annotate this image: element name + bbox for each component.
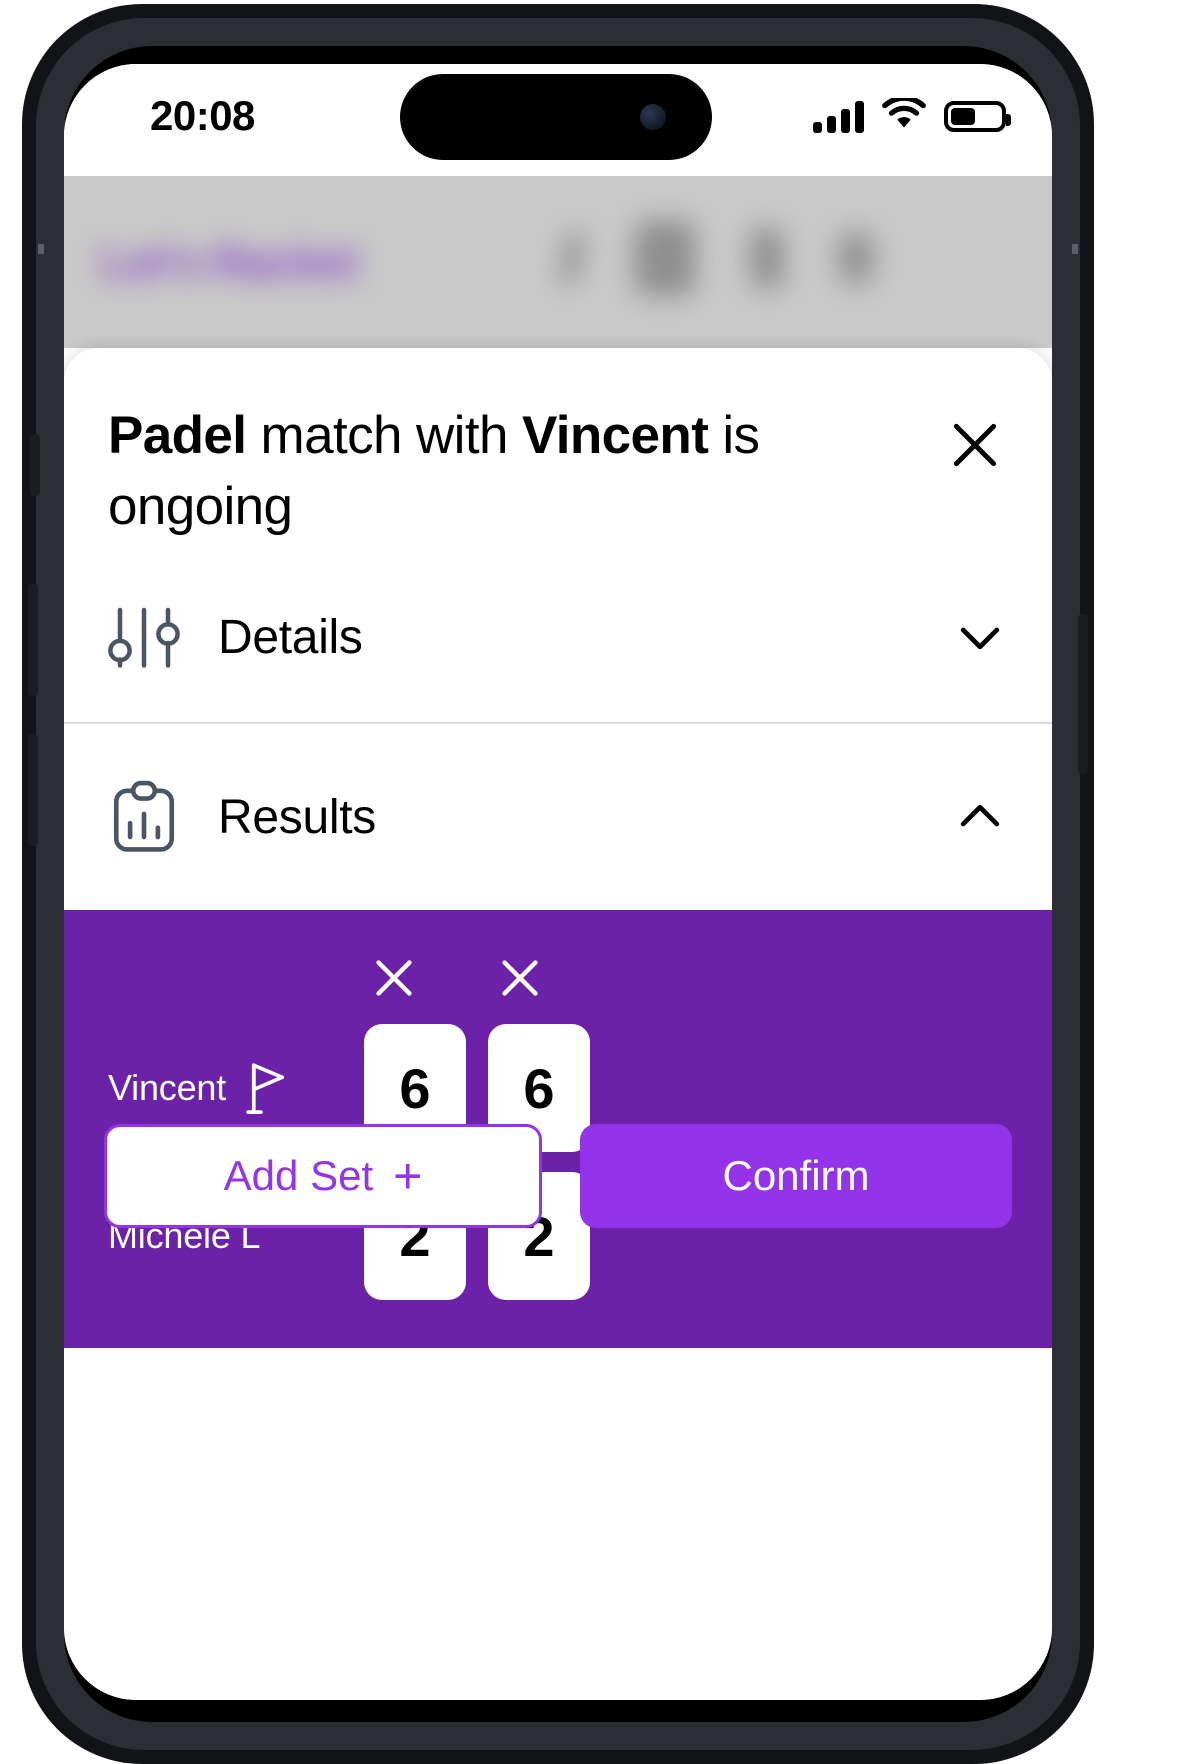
calendar-icon <box>634 220 696 296</box>
section-details[interactable]: Details <box>64 552 1052 722</box>
app-logo: Let's Racket <box>100 236 358 288</box>
chevron-up-icon[interactable] <box>952 789 1008 845</box>
status-bar: 20:08 <box>64 64 1052 176</box>
confirm-label: Confirm <box>722 1152 870 1199</box>
title-sport: Padel <box>108 406 247 465</box>
status-icons <box>813 95 1011 135</box>
action-bar: Add Set + Confirm <box>64 1070 1052 1228</box>
cellular-bars-icon <box>813 100 864 133</box>
section-details-label: Details <box>218 610 363 664</box>
status-time: 20:08 <box>150 92 255 139</box>
chevron-down-icon[interactable] <box>952 609 1008 665</box>
title-opponent: Vincent <box>521 406 709 465</box>
book-icon <box>750 227 784 289</box>
antenna-seam-right <box>1072 244 1078 254</box>
set-remove-row <box>64 910 1052 1016</box>
match-modal-sheet: Padel match with Vincent is ongoing Deta… <box>64 348 1052 1700</box>
clipboard-chart-icon <box>108 780 184 854</box>
plus-icon: + <box>393 1148 423 1204</box>
confirm-button[interactable]: Confirm <box>580 1124 1012 1228</box>
background-app-header: Let's Racket <box>64 176 1052 348</box>
app-header-icons <box>558 220 874 296</box>
add-set-label: Add Set <box>223 1152 374 1199</box>
section-results[interactable]: Results <box>64 724 1052 910</box>
sliders-icon <box>108 604 184 670</box>
section-results-label: Results <box>218 790 376 844</box>
silent-switch[interactable] <box>30 434 40 496</box>
phone-screen: 20:08 Let's Racket Padel match with Vinc… <box>64 64 1052 1700</box>
antenna-seam-left <box>38 244 44 254</box>
close-icon[interactable] <box>944 414 1006 476</box>
modal-header: Padel match with Vincent is ongoing <box>64 348 1052 552</box>
call-icon <box>558 230 586 286</box>
power-button[interactable] <box>1078 614 1088 774</box>
volume-up-button[interactable] <box>28 584 38 696</box>
volume-down-button[interactable] <box>28 734 38 846</box>
add-set-button[interactable]: Add Set + <box>104 1124 542 1228</box>
dynamic-island <box>400 74 712 160</box>
front-camera-icon <box>640 104 666 130</box>
remove-set-1-icon[interactable] <box>366 950 422 1006</box>
wifi-icon <box>882 95 926 135</box>
title-middle: match with <box>246 406 522 465</box>
battery-icon <box>944 101 1011 132</box>
profile-icon <box>838 232 874 284</box>
remove-set-2-icon[interactable] <box>492 950 548 1006</box>
page-title: Padel match with Vincent is ongoing <box>108 400 768 542</box>
